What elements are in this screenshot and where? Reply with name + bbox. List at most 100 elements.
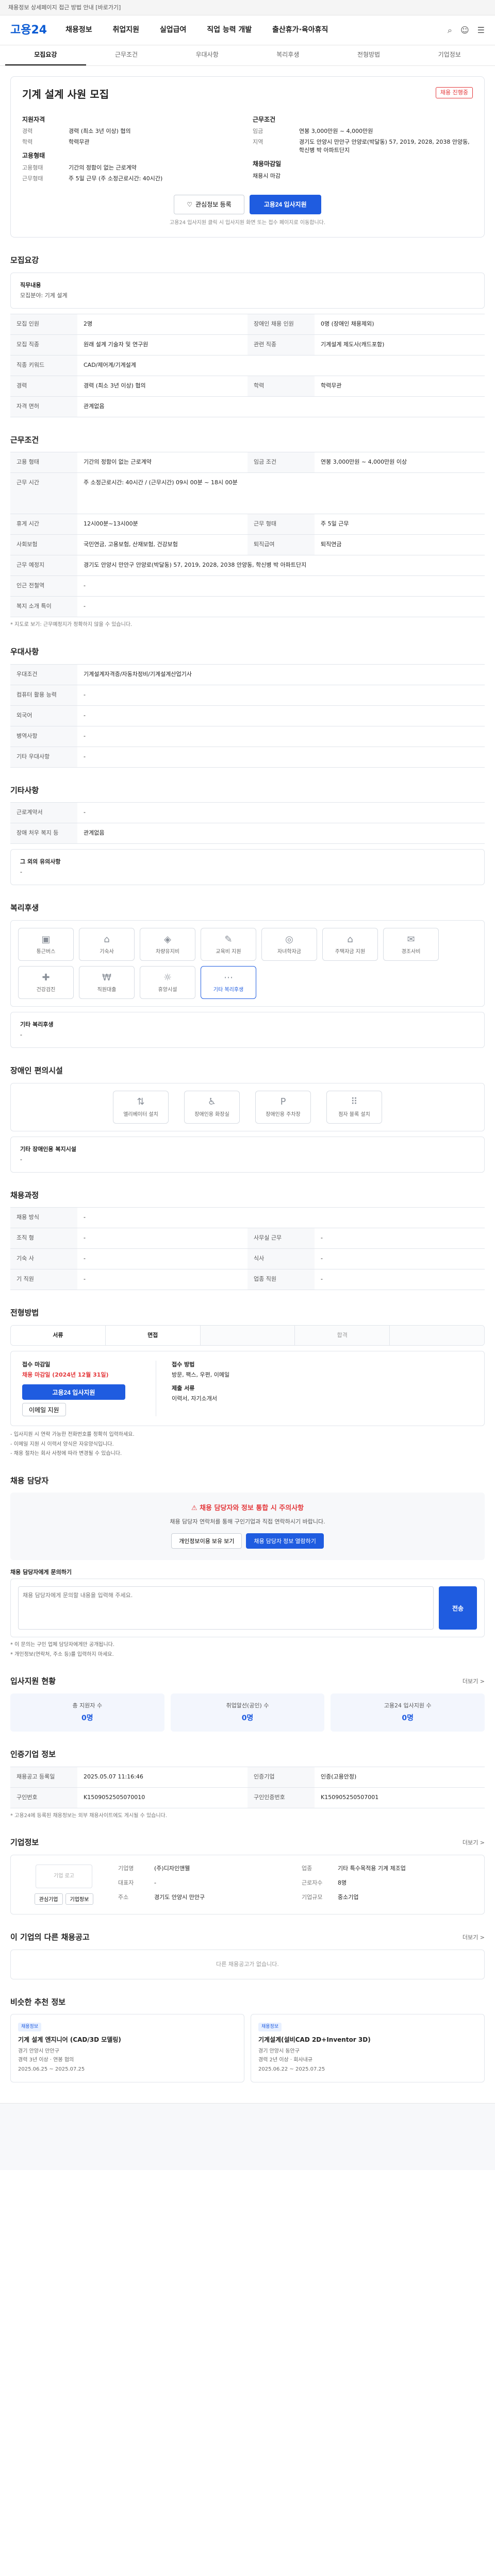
tab-company[interactable]: 기업정보: [409, 45, 490, 65]
more-link[interactable]: 더보기 >: [463, 1677, 485, 1686]
rec-title: 기계설계(설비CAD 2D+Inventor 3D): [258, 2036, 371, 2044]
grid-key: 임금 조건: [248, 452, 315, 473]
recruit-section: 모집요강 직무내용 모집분야: 기계 설계 모집 인원 2명 장애인 채용 인원 0명…: [10, 255, 485, 417]
tab-selection[interactable]: 전형방법: [328, 45, 409, 65]
step-item: [390, 1326, 484, 1346]
privacy-button[interactable]: 개인정보이용 보유 보기: [171, 1533, 242, 1549]
job-desc-head: 직무내용: [20, 281, 41, 289]
apply-email-button[interactable]: 이메일 지원: [22, 1403, 66, 1417]
save-interest-button[interactable]: ♡ 관심정보 등록: [174, 194, 244, 214]
inquiry-input[interactable]: [18, 1586, 434, 1630]
grid-key: 인증기업: [248, 1767, 315, 1787]
grid-value: 주 5일 근무: [321, 520, 349, 528]
grid-key: 우대조건: [10, 664, 77, 685]
grid-key: 퇴직급여: [248, 535, 315, 555]
apply-note: 고용24 입사지원 클릭 시 입사지원 화면 또는 접수 페이지로 이동합니다.: [169, 219, 326, 226]
kv-value: 중소기업: [338, 1893, 359, 1901]
welfare-label: 주택자금 지원: [335, 948, 366, 955]
employment-form-head: 고용형태: [22, 152, 45, 160]
kv-value: 학력무관: [69, 139, 90, 146]
grid-key: 컴퓨터 활용 능력: [10, 685, 77, 705]
grid-key: 모집 인원: [10, 314, 77, 334]
kv-value: 경력 (최소 3년 이상) 협의: [69, 128, 131, 135]
nav-item-jobs[interactable]: 채용정보: [65, 26, 92, 34]
grid-value: -: [321, 1255, 323, 1262]
tab-welfare[interactable]: 복리후생: [248, 45, 328, 65]
housing-icon: ⌂: [347, 934, 353, 945]
search-icon[interactable]: ⌕: [448, 24, 452, 36]
kv-key: 학력: [22, 139, 33, 146]
nav-item-support[interactable]: 취업지원: [112, 26, 139, 34]
etc-icon: ⋯: [224, 972, 233, 983]
view-contact-button[interactable]: 채용 담당자 정보 열람하기: [246, 1533, 324, 1549]
kv-key: 지역: [253, 139, 263, 146]
nav-item-benefit[interactable]: 실업급여: [160, 26, 187, 34]
selection-notes: - 입사지원 시 연락 가능한 전화번호를 정확히 입력하세요. - 이메일 지…: [10, 1431, 485, 1458]
more-link[interactable]: 더보기 >: [463, 1934, 485, 1942]
grid-key: 장애인 채용 인원: [248, 314, 315, 334]
job-summary-card: 기계 설계 사원 모집 채용 진행중 지원자격 경력 경력 (최소 3년 이상) …: [10, 76, 485, 238]
apply-button[interactable]: 고용24 입사지원: [249, 194, 321, 214]
facility-item: ⇅ 엘리베이터 설치: [113, 1090, 169, 1124]
grid-value: 원래 설계 기술자 및 연구원: [84, 341, 148, 348]
more-link[interactable]: 더보기 >: [463, 1839, 485, 1847]
section-title: 모집요강: [10, 256, 39, 265]
grid-value: 2025.05.07 11:16:46: [84, 1773, 143, 1780]
grid-key: 근무 예정지: [10, 555, 77, 576]
grid-value: 기계설계자격증/자동차정비/기계설계산업기사: [84, 670, 192, 677]
company-info-button[interactable]: 기업정보: [65, 1893, 94, 1905]
extra-head: 그 외의 유의사항: [20, 858, 61, 866]
kv-key: 대표자: [118, 1879, 134, 1886]
welfare-item: ◈ 차량유지비: [140, 928, 195, 961]
tab-prefer[interactable]: 우대사항: [167, 45, 248, 65]
section-title: 근무조건: [10, 435, 39, 445]
prefer-section: 우대사항 우대조건 기계설계자격증/자동차정비/기계설계산업기사 컴퓨터 활용 능…: [10, 647, 485, 768]
user-icon[interactable]: ☺: [460, 24, 469, 36]
stat-label: 총 지원자 수: [72, 1702, 103, 1709]
grid-value: -: [84, 1234, 86, 1242]
grid-value: 학력무관: [321, 382, 342, 389]
tab-recruit[interactable]: 모집요강: [5, 45, 86, 65]
grid-value: CAD/제어계/기계설계: [84, 361, 136, 368]
welfare-item: ⌂ 주택자금 지원: [322, 928, 378, 961]
work-section: 근무조건 고용 형태 기간의 정함이 없는 근로계약 임금 조건 연봉 3,000만원…: [10, 435, 485, 629]
grid-value: 0명 (장애인 채용제외): [321, 320, 374, 327]
alert-icon: ⚠: [191, 1504, 200, 1513]
welfare-item: ◎ 자녀학자금: [261, 928, 317, 961]
kv-value: (주)디자인앤웰: [154, 1865, 190, 1872]
grid-value: 관계없음: [84, 829, 105, 837]
contact-section: 채용 담당자 ⚠ 채용 담당자와 정보 통합 시 주의사항 채용 담당자 연락처…: [10, 1476, 485, 1658]
grid-value: -: [84, 691, 86, 698]
welfare-label: 교육비 지원: [216, 948, 241, 955]
notice-bar[interactable]: 채용정보 상세페이지 접근 방법 안내 [바로가기]: [0, 0, 495, 15]
recommend-card[interactable]: 채용정보 기계설계(설비CAD 2D+Inventor 3D) 경기 안양시 동…: [251, 2014, 485, 2083]
grid-value: -: [84, 1255, 86, 1262]
grid-value: 연봉 3,000만원 ~ 4,000만원 이상: [321, 459, 407, 466]
menu-icon[interactable]: ☰: [477, 24, 485, 36]
doc-head: 제출 서류: [172, 1385, 195, 1392]
grid-key: 외국어: [10, 705, 77, 726]
welfare-label: 차량유지비: [156, 948, 179, 955]
grid-key: 구인번호: [10, 1787, 77, 1808]
recommend-card[interactable]: 채용정보 기계 설계 엔지니어 (CAD/3D 모델링) 경기 안양시 만안구 …: [10, 2014, 244, 2083]
stat-card: 총 지원자 수 0명: [10, 1693, 164, 1732]
section-tabs: 모집요강 근무조건 우대사항 복리후생 전형방법 기업정보: [0, 45, 495, 66]
apply-online-button[interactable]: 고용24 입사지원: [22, 1384, 125, 1400]
heart-icon: ♡: [187, 200, 193, 208]
step-item: 서류: [11, 1326, 106, 1346]
grid-value: 기간의 정함이 없는 근로계약: [84, 459, 152, 466]
interest-company-button[interactable]: 관심기업: [34, 1893, 63, 1905]
resort-icon: ☼: [163, 972, 172, 983]
header-icons: ⌕ ☺ ☰: [448, 24, 485, 36]
site-logo[interactable]: 고용24: [10, 22, 47, 39]
tab-work[interactable]: 근무조건: [86, 45, 167, 65]
facility-item: P 장애인용 주차장: [255, 1090, 311, 1124]
grid-value: 경력 (최소 3년 이상) 협의: [84, 382, 146, 389]
nav-item-training[interactable]: 직업 능력 개발: [207, 26, 252, 34]
send-inquiry-button[interactable]: 전송: [439, 1586, 477, 1630]
stats-section: 입사지원 현황 더보기 > 총 지원자 수 0명 취업알선(공인) 수 0명 고용24…: [10, 1676, 485, 1732]
nav-item-leave[interactable]: 출산휴가·육아휴직: [272, 26, 328, 34]
rec-meta: 경기 안양시 만안구: [18, 2048, 59, 2054]
company-section: 기업정보 더보기 > 기업 로고 관심기업 기업정보 기업명 (주)디자인앤웰 업종…: [10, 1837, 485, 1914]
welfare-item: ₩ 직원대출: [79, 966, 135, 999]
